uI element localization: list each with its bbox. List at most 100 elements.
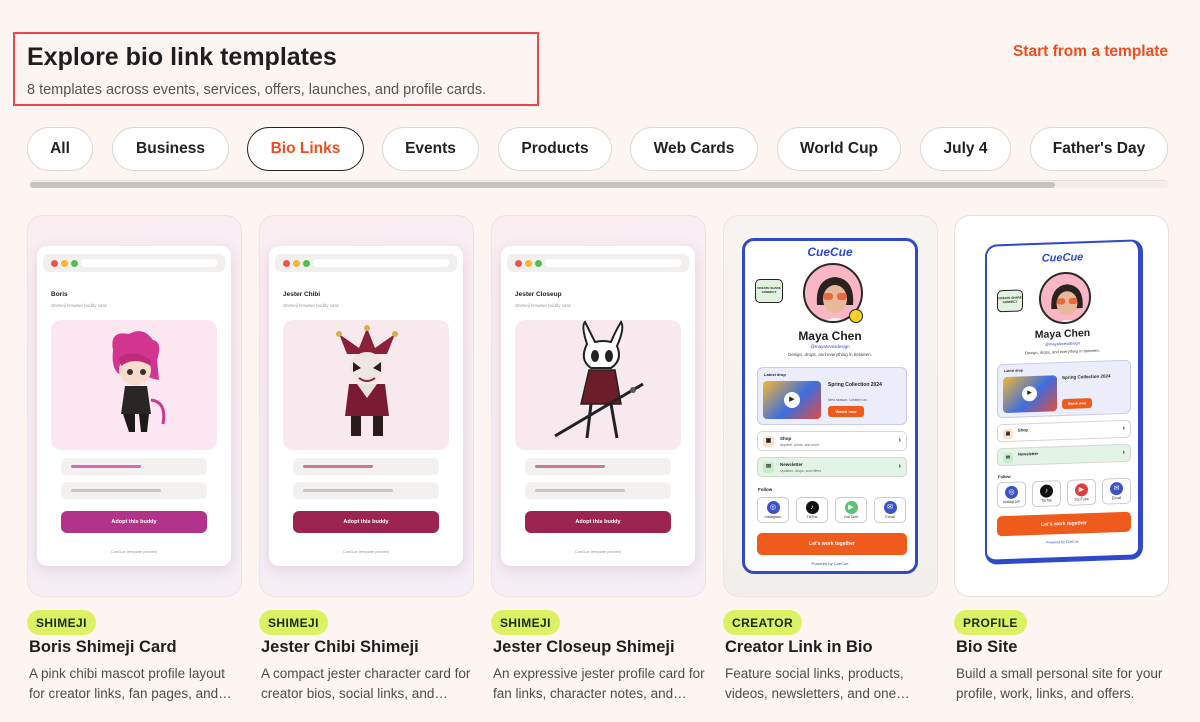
- preview-name: Boris: [51, 291, 68, 298]
- youtube-icon: ▶: [844, 501, 858, 514]
- category-tag: PROFILE: [954, 610, 1027, 635]
- address-bar: [545, 259, 681, 267]
- close-dot-icon: [283, 260, 290, 267]
- card-description: Feature social links, products, videos, …: [725, 666, 910, 701]
- card-title[interactable]: Jester Chibi Shimeji: [261, 638, 419, 657]
- play-icon: ▶: [1022, 385, 1037, 402]
- adopt-buddy-button: Adopt this buddy: [61, 511, 207, 533]
- preview-field: [293, 458, 439, 475]
- chevron-right-icon: ›: [1122, 448, 1125, 456]
- brand-logo: CueCue: [1041, 251, 1084, 265]
- newsletter-subtitle: Updates, drops, and offers: [780, 469, 822, 473]
- cta-button: Let's work together: [757, 533, 907, 555]
- instagram-icon: ◎: [1005, 485, 1018, 500]
- powered-by: Powered by CueCue: [811, 561, 849, 566]
- preview-window: Jester Closeup Shimeji browser buddy car…: [501, 246, 695, 566]
- filter-chip-web-cards[interactable]: Web Cards: [630, 127, 758, 171]
- filter-chip-products[interactable]: Products: [498, 127, 612, 171]
- template-preview[interactable]: Jester Closeup Shimeji browser buddy car…: [491, 215, 706, 597]
- preview-subtitle: Shimeji browser buddy card: [51, 303, 107, 308]
- filter-chip-business[interactable]: Business: [112, 127, 229, 171]
- drop-label: Latest drop: [764, 372, 786, 377]
- shop-subtitle: Apparel, prints, and more: [780, 443, 820, 447]
- shopping-bag-icon: ▣: [1003, 428, 1013, 440]
- phone-mockup: CueCue CREATE SHARE CONNECT ⚡ Maya Chen …: [742, 238, 918, 574]
- drop-label: Latest drop: [1004, 368, 1024, 374]
- shop-link-row: ▣ Shop Apparel, prints, and more ›: [757, 431, 907, 451]
- template-card-bio-site[interactable]: CueCue CREATE SHARE CONNECT Maya Chen @m…: [954, 215, 1169, 701]
- template-card-jester-closeup[interactable]: Jester Closeup Shimeji browser buddy car…: [491, 215, 706, 701]
- email-icon: ✉: [1110, 481, 1123, 496]
- lightning-badge-icon: ⚡: [849, 309, 863, 323]
- preview-name: Jester Chibi: [283, 291, 321, 298]
- minimize-dot-icon: [61, 260, 68, 267]
- watch-now-button: Watch now: [1062, 398, 1092, 410]
- follow-label: Follow: [998, 473, 1011, 480]
- shop-title: Shop: [780, 436, 792, 441]
- template-card-creator-link[interactable]: CueCue CREATE SHARE CONNECT ⚡ Maya Chen …: [723, 215, 938, 701]
- template-preview[interactable]: CueCue CREATE SHARE CONNECT Maya Chen @m…: [954, 215, 1169, 597]
- preview-window: Jester Chibi Shimeji browser buddy card …: [269, 246, 463, 566]
- preview-field: [525, 482, 671, 499]
- profile-tagline: Design, drops, and everything in between…: [787, 352, 873, 357]
- template-preview[interactable]: Boris Shimeji browser buddy card Adopt t…: [27, 215, 242, 597]
- watch-now-button: Watch now: [828, 406, 864, 417]
- shopping-bag-icon: ▣: [763, 436, 774, 447]
- close-dot-icon: [515, 260, 522, 267]
- chip-scrollbar[interactable]: [30, 180, 1168, 188]
- filter-chip-events[interactable]: Events: [382, 127, 479, 171]
- card-title[interactable]: Boris Shimeji Card: [29, 638, 177, 657]
- card-title[interactable]: Creator Link in Bio: [725, 638, 873, 657]
- drop-thumbnail: ▶: [763, 381, 821, 419]
- tiktok-icon: ♪: [805, 501, 819, 514]
- profile-name: Maya Chen: [798, 329, 862, 343]
- minimize-dot-icon: [525, 260, 532, 267]
- newsletter-title: Newsletter: [1018, 450, 1039, 457]
- shop-title: Shop: [1018, 427, 1028, 433]
- category-tag: SHIMEJI: [259, 610, 328, 635]
- preview-field: [61, 458, 207, 475]
- filter-chip-all[interactable]: All: [27, 127, 93, 171]
- card-description: A compact jester character card for crea…: [261, 666, 471, 701]
- social-instagram: ◎ Instagram: [997, 481, 1026, 509]
- social-youtube: ▶ YouTube: [1067, 478, 1096, 506]
- template-preview[interactable]: Jester Chibi Shimeji browser buddy card …: [259, 215, 474, 597]
- card-title[interactable]: Bio Site: [956, 638, 1017, 657]
- filter-chip-bio-links[interactable]: Bio Links: [247, 127, 364, 171]
- card-title[interactable]: Jester Closeup Shimeji: [493, 638, 675, 657]
- filter-chip-july-4[interactable]: July 4: [920, 127, 1011, 171]
- preview-name: Jester Closeup: [515, 291, 562, 298]
- preview-subtitle: Shimeji browser buddy card: [515, 303, 571, 308]
- filter-chip-world-cup[interactable]: World Cup: [777, 127, 901, 171]
- template-card-jester-chibi[interactable]: Jester Chibi Shimeji browser buddy card …: [259, 215, 474, 701]
- latest-drop-card: Latest drop ▶ Spring Collection 2024 Wat…: [997, 359, 1131, 419]
- adopt-buddy-button: Adopt this buddy: [525, 511, 671, 533]
- profile-handle: @mayalovesdesign: [810, 344, 850, 349]
- avatar: [1039, 271, 1091, 325]
- template-card-boris[interactable]: Boris Shimeji browser buddy card Adopt t…: [27, 215, 242, 701]
- profile-tagline: Design, drops, and everything in between…: [1025, 347, 1100, 356]
- knight-illustration: [515, 320, 681, 450]
- start-from-template-link[interactable]: Start from a template: [1013, 43, 1168, 61]
- chip-scrollbar-thumb[interactable]: [30, 182, 1055, 188]
- tilted-phone-mockup: CueCue CREATE SHARE CONNECT Maya Chen @m…: [985, 239, 1143, 565]
- preview-window: Boris Shimeji browser buddy card Adopt t…: [37, 246, 231, 566]
- address-bar: [313, 259, 449, 267]
- mascot-illustration: [51, 320, 217, 450]
- adopt-buddy-button: Adopt this buddy: [293, 511, 439, 533]
- chevron-right-icon: ›: [898, 463, 901, 470]
- jester-illustration: [283, 320, 449, 450]
- page-subtitle: 8 templates across events, services, off…: [27, 82, 487, 98]
- social-instagram: ◎ Instagram: [757, 497, 789, 523]
- card-description: A pink chibi mascot profile layout for c…: [29, 666, 232, 701]
- youtube-icon: ▶: [1075, 483, 1088, 497]
- social-email: ✉ Email: [874, 497, 906, 523]
- card-description: An expressive jester profile card for fa…: [493, 666, 705, 701]
- template-preview[interactable]: CueCue CREATE SHARE CONNECT ⚡ Maya Chen …: [723, 215, 938, 597]
- category-tag: SHIMEJI: [27, 610, 96, 635]
- preview-footer: CueCue template preview: [342, 549, 390, 554]
- cta-button: Let's work together: [997, 511, 1131, 537]
- filter-chip-fathers-day[interactable]: Father's Day: [1030, 127, 1168, 171]
- follow-label: Follow: [758, 487, 773, 492]
- powered-by: Powered by CueCue: [1046, 539, 1079, 545]
